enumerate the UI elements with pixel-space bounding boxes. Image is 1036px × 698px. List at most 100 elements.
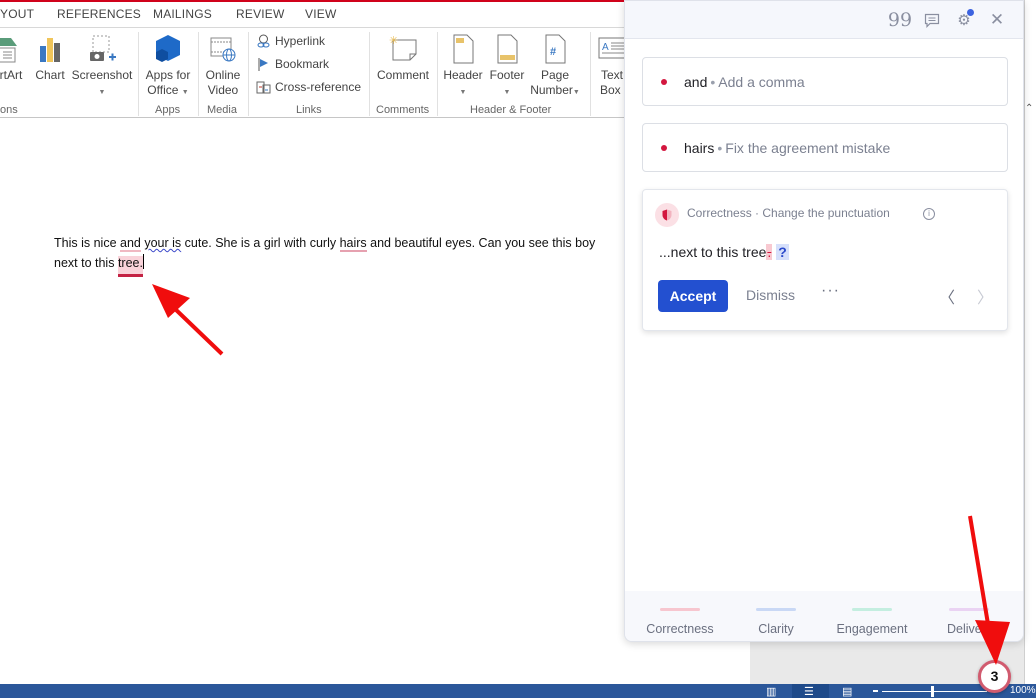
suggestion-card[interactable]: hairs • Fix the agreement mistake xyxy=(642,123,1008,172)
online-video-button[interactable]: Online Video xyxy=(202,34,244,98)
chart-icon xyxy=(40,38,60,62)
ribbon-separator xyxy=(198,32,199,116)
web-layout-icon[interactable]: ▤ xyxy=(842,685,852,698)
comment-button[interactable]: ✳ Comment xyxy=(373,34,433,83)
info-icon[interactable]: i xyxy=(923,208,935,220)
dismiss-button[interactable]: Dismiss xyxy=(746,287,795,303)
print-layout-icon[interactable]: ☰ xyxy=(804,685,814,698)
accept-button[interactable]: Accept xyxy=(658,280,728,312)
hyperlink-button[interactable]: Hyperlink xyxy=(256,32,325,50)
correctness-bar xyxy=(660,608,700,611)
feedback-icon[interactable] xyxy=(923,11,941,29)
group-label-header-footer: Header & Footer xyxy=(470,104,552,116)
more-options-icon[interactable]: ··· xyxy=(821,282,840,300)
suggestion-desc: Fix the agreement mistake xyxy=(725,140,891,156)
tab-mailings[interactable]: MAILINGS xyxy=(153,7,212,21)
screenshot-dropdown-icon: ▼ xyxy=(98,89,106,96)
flagged-word-tree[interactable]: tree. xyxy=(117,256,143,277)
tab-engagement[interactable]: Engagement xyxy=(831,591,913,641)
scroll-up-icon[interactable]: ⌃ xyxy=(1025,103,1033,114)
next-suggestion-icon[interactable]: 〉 xyxy=(977,284,993,308)
comment-label: Comment xyxy=(376,68,429,82)
text-run: and beautiful eyes. Can you see this boy xyxy=(366,236,596,250)
tab-review[interactable]: REVIEW xyxy=(236,7,285,21)
flagged-word-and[interactable]: and xyxy=(120,236,141,252)
zoom-out-button[interactable] xyxy=(873,690,878,692)
tab-label: Engagement xyxy=(836,622,908,636)
word-window: YOUT REFERENCES MAILINGS REVIEW VIEW rtA… xyxy=(0,0,1036,698)
settings-notification-dot xyxy=(967,9,974,16)
footer-dropdown-icon: ▼ xyxy=(503,89,511,96)
group-label-media: Media xyxy=(207,104,237,116)
separator-dot: • xyxy=(717,140,723,156)
zoom-level[interactable]: 100% xyxy=(1010,685,1036,696)
page-number-label-2: Number xyxy=(530,83,573,97)
header-label: Header xyxy=(443,68,483,82)
preview-text: ...next to this tree xyxy=(659,244,767,260)
ribbon-separator xyxy=(437,32,438,116)
suggestion-word: hairs xyxy=(684,140,715,156)
page-number-label-1: Page xyxy=(540,68,570,82)
suggestion-desc: Add a comma xyxy=(718,74,805,90)
group-label-links: Links xyxy=(296,104,322,116)
chart-label: Chart xyxy=(35,68,65,82)
svg-text:✳: ✳ xyxy=(389,35,398,47)
tab-delivery[interactable]: Delive xyxy=(941,591,1023,641)
footer-label: Footer xyxy=(489,68,525,82)
page-number-button[interactable]: # Page Number▼ xyxy=(527,34,583,100)
tab-label: Correctness xyxy=(646,622,714,636)
tab-clarity[interactable]: Clarity xyxy=(735,591,817,641)
text-run: cute. She is a girl with curly xyxy=(181,236,340,250)
tab-view[interactable]: VIEW xyxy=(305,7,336,21)
group-label-comments: Comments xyxy=(376,104,430,116)
correctness-shield-icon xyxy=(655,203,679,227)
tab-label: Delive xyxy=(947,622,982,636)
ribbon-separator xyxy=(138,32,139,116)
footer-icon xyxy=(497,34,518,64)
chart-button[interactable]: Chart xyxy=(34,34,66,83)
screenshot-button[interactable]: Screenshot ▼ xyxy=(71,34,133,100)
spellcheck-flag-your-is[interactable]: your is xyxy=(144,236,181,250)
cross-reference-button[interactable]: Cross-reference xyxy=(256,78,361,96)
quote-icon[interactable]: 99 xyxy=(888,9,912,31)
read-mode-icon[interactable]: ▥ xyxy=(766,685,776,698)
grammarly-issue-count-badge[interactable]: 3 xyxy=(978,660,1011,693)
apps-for-office-label-1: Apps for xyxy=(145,68,191,82)
tab-layout[interactable]: YOUT xyxy=(0,7,34,21)
active-suggestion-card: Correctness · Change the punctuation i .… xyxy=(642,189,1008,331)
footer-button[interactable]: Footer ▼ xyxy=(485,34,529,100)
document-body-text[interactable]: This is nice and your is cute. She is a … xyxy=(54,233,596,277)
header-button[interactable]: Header ▼ xyxy=(441,34,485,100)
suggestion-category: Correctness · Change the punctuation xyxy=(687,206,890,220)
header-icon xyxy=(453,34,474,64)
bookmark-button[interactable]: Bookmark xyxy=(256,55,329,73)
suggestion-card[interactable]: and • Add a comma xyxy=(642,57,1008,106)
zoom-slider[interactable] xyxy=(882,691,987,692)
online-video-icon xyxy=(210,37,236,62)
delivery-bar xyxy=(949,608,989,611)
document-line-2: next to this tree. xyxy=(54,253,595,277)
bookmark-icon xyxy=(258,57,268,71)
svg-text:#: # xyxy=(550,46,556,58)
text-run: This is nice xyxy=(54,236,120,250)
flagged-word-hairs[interactable]: hairs xyxy=(339,236,367,252)
text-cursor xyxy=(142,254,144,269)
close-icon[interactable]: ✕ xyxy=(988,10,1006,29)
header-dropdown-icon: ▼ xyxy=(459,89,467,96)
tab-references[interactable]: REFERENCES xyxy=(57,7,141,21)
group-label-illustrations: ons xyxy=(0,104,18,116)
tab-correctness[interactable]: Correctness xyxy=(639,591,721,641)
apps-for-office-label-2: Office xyxy=(147,83,179,97)
previous-suggestion-icon[interactable]: 〈 xyxy=(939,284,955,308)
clarity-bar xyxy=(756,608,796,611)
apps-for-office-button[interactable]: Apps for Office ▼ xyxy=(142,34,194,100)
inserted-punctuation[interactable]: ? xyxy=(776,244,789,260)
svg-text:A: A xyxy=(602,42,609,53)
smartart-button[interactable]: rtArt xyxy=(0,34,28,83)
hyperlink-label: Hyperlink xyxy=(275,34,326,48)
smartart-label: rtArt xyxy=(0,68,23,82)
grammarly-panel: 99 ⚙ ✕ and • Add a comma hairs • Fix the agr… xyxy=(624,0,1024,642)
apps-dropdown-icon: ▼ xyxy=(181,89,189,96)
hyperlink-icon xyxy=(257,34,270,47)
zoom-slider-thumb[interactable] xyxy=(931,686,934,697)
